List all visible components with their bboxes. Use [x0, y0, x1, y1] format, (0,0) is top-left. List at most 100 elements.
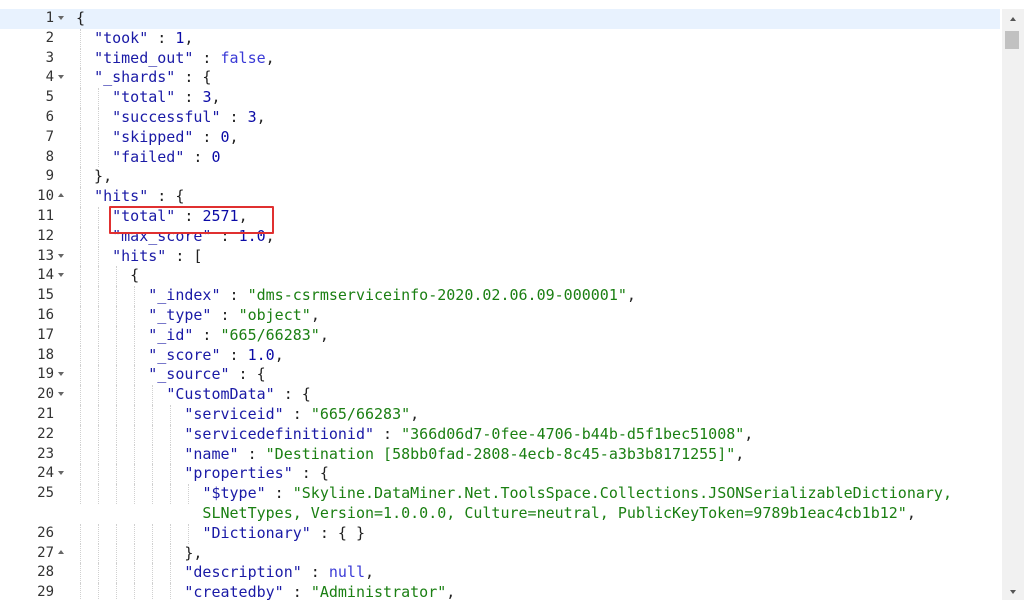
code-line[interactable]: 18 "_score" : 1.0,: [0, 345, 1000, 366]
code-line[interactable]: 13 "hits" : [: [0, 246, 1000, 267]
indent-guide: [98, 107, 99, 128]
code-line[interactable]: 23 "name" : "Destination [58bb0fad-2808-…: [0, 444, 1000, 465]
code-token: },: [76, 543, 203, 562]
code-line[interactable]: 16 "_type" : "object",: [0, 305, 1000, 326]
vertical-scrollbar[interactable]: [1002, 9, 1024, 600]
code-token: :: [283, 404, 311, 423]
code-line[interactable]: SLNetTypes, Version=1.0.0.0, Culture=neu…: [0, 504, 1000, 524]
code-line[interactable]: 2 "took" : 1,: [0, 28, 1000, 49]
code-token: false: [220, 48, 266, 67]
indent-guide: [170, 543, 171, 564]
line-number: 4: [45, 69, 54, 86]
code-token: "servicedefinitionid": [184, 424, 375, 443]
line-number: 22: [37, 425, 54, 442]
indent-guide: [170, 424, 171, 445]
code-token: ,: [906, 503, 916, 522]
line-number: 19: [37, 366, 54, 383]
indent-guide: [116, 325, 117, 346]
code-line[interactable]: 14 {: [0, 266, 1000, 287]
code-token: ,: [274, 345, 284, 364]
code-line[interactable]: 29 "createdby" : "Administrator",: [0, 583, 1000, 600]
code-token: "createdby": [184, 583, 284, 600]
code-token: : {: [229, 365, 266, 384]
fold-open-icon[interactable]: [58, 471, 64, 476]
editor-top-margin: [0, 0, 1024, 9]
scroll-down-arrow-icon[interactable]: [1010, 590, 1016, 594]
scroll-up-arrow-icon[interactable]: [1010, 17, 1016, 21]
code-line[interactable]: 26 "Dictionary" : { }: [0, 523, 1000, 544]
code-line[interactable]: 22 "servicedefinitionid" : "366d06d7-0fe…: [0, 424, 1000, 445]
code-token: : { }: [310, 523, 365, 542]
code-line[interactable]: 7 "skipped" : 0,: [0, 127, 1000, 148]
scrollbar-thumb[interactable]: [1005, 31, 1019, 49]
code-line[interactable]: 1{: [0, 9, 1000, 29]
code-token: null: [328, 563, 365, 582]
code-text: "successful" : 3,: [76, 108, 266, 128]
code-line[interactable]: 6 "successful" : 3,: [0, 107, 1000, 128]
indent-guide: [80, 48, 81, 69]
code-token: "_id": [148, 325, 194, 344]
indent-guide: [152, 543, 153, 564]
code-area[interactable]: 1{2 "took" : 1, 3 "timed_out" : false, 4 "…: [0, 9, 1000, 600]
code-line[interactable]: 5 "total" : 3,: [0, 88, 1000, 108]
indent-guide: [80, 147, 81, 168]
code-line[interactable]: 3 "timed_out" : false,: [0, 48, 1000, 69]
indent-guide: [134, 365, 135, 386]
code-token: "object": [238, 305, 311, 324]
code-text: "properties" : {: [76, 464, 329, 484]
code-line[interactable]: 21 "serviceid" : "665/66283",: [0, 404, 1000, 425]
fold-open-icon[interactable]: [58, 75, 64, 80]
code-line[interactable]: 4 "_shards" : {: [0, 68, 1000, 89]
fold-open-icon[interactable]: [58, 392, 64, 397]
indent-guide: [134, 325, 135, 346]
code-token: ,: [735, 444, 745, 463]
indent-guide: [188, 484, 189, 504]
indent-guide: [80, 286, 81, 306]
code-token: :: [283, 583, 311, 600]
indent-guide: [98, 365, 99, 386]
code-text: "hits" : [: [76, 247, 202, 267]
code-token: {: [76, 266, 140, 285]
fold-open-icon[interactable]: [58, 273, 64, 278]
indent-guide: [98, 404, 99, 425]
code-token: "366d06d7-0fee-4706-b44b-d5f1bec51008": [401, 424, 745, 443]
code-line[interactable]: 20 "CustomData" : {: [0, 385, 1000, 405]
code-line[interactable]: 10 "hits" : {: [0, 187, 1000, 207]
code-token: "dms-csrmserviceinfo-2020.02.06.09-00000…: [247, 286, 627, 305]
indent-guide: [134, 543, 135, 564]
code-token: :: [238, 444, 266, 463]
code-line[interactable]: 25 "$type" : "Skyline.DataMiner.Net.Tool…: [0, 484, 1000, 504]
code-text: "description" : null,: [76, 563, 374, 583]
fold-open-icon[interactable]: [58, 16, 64, 20]
code-line[interactable]: 28 "description" : null,: [0, 563, 1000, 584]
indent-guide: [98, 206, 99, 227]
indent-guide: [152, 484, 153, 504]
code-token: "_score": [148, 345, 221, 364]
code-line[interactable]: 19 "_source" : {: [0, 365, 1000, 386]
fold-open-icon[interactable]: [58, 253, 64, 258]
json-editor[interactable]: 1{2 "took" : 1, 3 "timed_out" : false, 4 "…: [0, 0, 1024, 600]
indent-guide: [116, 266, 117, 287]
indent-guide: [80, 246, 81, 267]
fold-close-icon[interactable]: [58, 549, 64, 554]
code-line[interactable]: 27 },: [0, 543, 1000, 564]
code-text: {: [76, 9, 85, 29]
indent-guide: [98, 325, 99, 346]
code-line[interactable]: 15 "_index" : "dms-csrmserviceinfo-2020.…: [0, 286, 1000, 306]
fold-close-icon[interactable]: [58, 193, 64, 198]
code-text: "Dictionary" : { }: [76, 524, 365, 544]
code-line[interactable]: 9 },: [0, 167, 1000, 188]
code-line[interactable]: 17 "_id" : "665/66283",: [0, 325, 1000, 346]
code-line[interactable]: 24 "properties" : {: [0, 464, 1000, 485]
indent-guide: [170, 464, 171, 485]
fold-open-icon[interactable]: [58, 372, 64, 377]
code-line[interactable]: 8 "failed" : 0: [0, 147, 1000, 168]
code-token: "Administrator": [310, 583, 447, 600]
indent-guide: [80, 187, 81, 207]
code-token: ,: [184, 28, 194, 47]
code-text: SLNetTypes, Version=1.0.0.0, Culture=neu…: [76, 503, 916, 524]
